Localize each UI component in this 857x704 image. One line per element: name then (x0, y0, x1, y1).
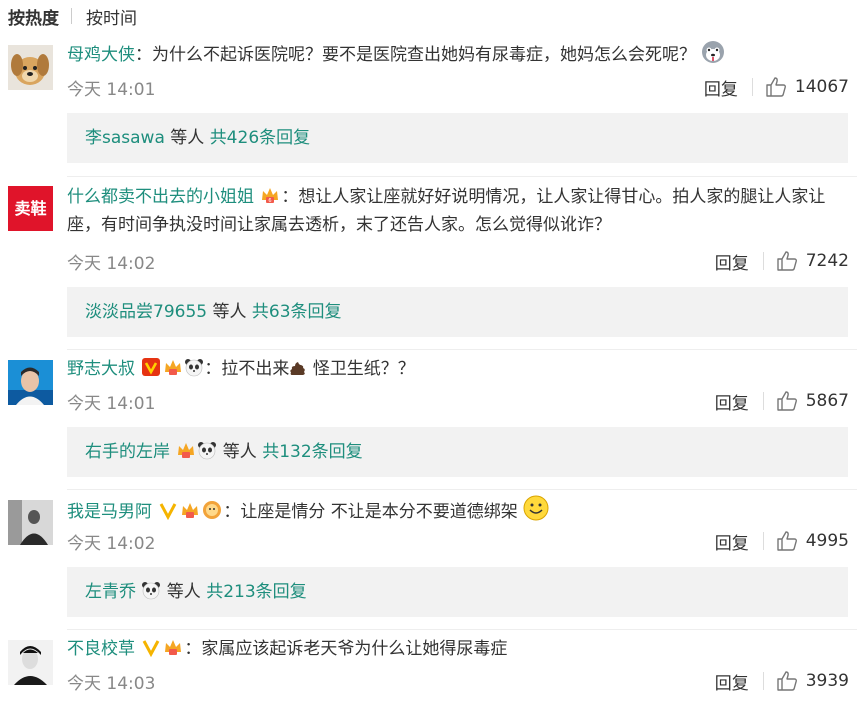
thumbs-up-icon (777, 671, 797, 691)
panda-badge-icon (185, 359, 204, 377)
lion-badge-icon (203, 501, 222, 519)
reply-mid-text: 等人 (164, 128, 210, 148)
reply-username[interactable]: 淡淡品尝79655 (85, 302, 207, 322)
sort-bar: 按热度 按时间 (8, 4, 137, 29)
avatar[interactable] (8, 45, 53, 90)
verified-v-icon (160, 503, 177, 520)
smile-emoji-icon (523, 495, 549, 521)
crown-badge-icon (165, 640, 182, 655)
reply-username[interactable]: 右手的左岸 (85, 442, 170, 462)
reply-count-link[interactable]: 共132条回复 (262, 442, 362, 462)
timestamp: 今天 14:01 (67, 393, 156, 414)
meta-divider (762, 252, 764, 270)
comment-text: 母鸡大侠：为什么不起诉医院呢？要不是医院查出她妈有尿毒症，她妈怎么会死呢？ (67, 40, 847, 69)
comment-meta: 今天 14:01 回复 14067 (67, 74, 849, 100)
like-count: 3939 (805, 671, 849, 691)
panda-badge-icon (198, 442, 217, 460)
timestamp: 今天 14:02 (67, 253, 156, 274)
comment-meta: 今天 14:03 回复 3939 (67, 668, 849, 694)
sort-by-time-tab[interactable]: 按时间 (86, 4, 137, 29)
like-count: 4995 (805, 531, 849, 551)
reply-summary[interactable]: 右手的左岸 等人 共132条回复 (67, 427, 848, 477)
comment-text: 野志大叔 ：拉不出来 怪卫生纸？？ (67, 355, 847, 383)
comment-content: ：让座是情分 不让是本分不要道德绑架 (223, 502, 518, 522)
username-link[interactable]: 母鸡大侠 (67, 45, 135, 65)
timestamp: 今天 14:02 (67, 533, 156, 554)
thumbs-up-icon (777, 391, 797, 411)
sort-divider (71, 8, 72, 24)
reply-button[interactable]: 回复 (715, 669, 749, 694)
reply-button[interactable]: 回复 (715, 249, 749, 274)
like-button[interactable]: 7242 (776, 251, 849, 271)
sort-by-hot-tab[interactable]: 按热度 (8, 4, 59, 29)
comment-text: 不良校草 ：家属应该起诉老天爷为什么让她得尿毒症 (67, 635, 847, 663)
comment-text: 我是马男阿 ：让座是情分 不让是本分不要道德绑架 (67, 495, 847, 526)
crown-badge-icon (178, 443, 195, 458)
divider (67, 349, 857, 350)
husky-emoji-icon (702, 41, 725, 63)
thumbs-up-icon (777, 531, 797, 551)
like-button[interactable]: 3939 (776, 671, 849, 691)
reply-summary[interactable]: 左青乔 等人 共213条回复 (67, 567, 848, 617)
reply-button[interactable]: 回复 (715, 389, 749, 414)
meta-divider (762, 392, 764, 410)
thumbs-up-icon (777, 251, 797, 271)
divider (67, 176, 857, 177)
timestamp: 今天 14:03 (67, 673, 156, 694)
avatar[interactable] (8, 360, 53, 405)
thumbs-up-icon (766, 77, 786, 97)
comment-text: 什么都卖不出去的小姐姐 6 ：想让人家让座就好好说明情况，让人家让得甘心。拍人家的… (67, 183, 847, 239)
avatar-logo-text: 卖鞋 (14, 199, 47, 218)
meta-divider (762, 672, 764, 690)
like-count: 14067 (794, 77, 849, 97)
comment-meta: 今天 14:01 回复 5867 (67, 388, 849, 414)
verified-v-icon (142, 358, 161, 376)
like-button[interactable]: 5867 (776, 391, 849, 411)
comment-content: ：家属应该起诉老天爷为什么让她得尿毒症 (184, 639, 508, 659)
username-link[interactable]: 野志大叔 (67, 359, 135, 379)
poop-emoji-icon (290, 362, 306, 375)
reply-username[interactable]: 李sasawa (85, 128, 165, 148)
like-count: 5867 (805, 391, 849, 411)
panda-badge-icon (142, 582, 161, 600)
username-link[interactable]: 不良校草 (67, 639, 135, 659)
comment-meta: 今天 14:02 回复 4995 (67, 528, 849, 554)
reply-mid-text: 等人 (217, 442, 263, 462)
reply-button[interactable]: 回复 (715, 529, 749, 554)
username-link[interactable]: 什么都卖不出去的小姐姐 (67, 187, 254, 207)
divider (67, 629, 857, 630)
reply-count-link[interactable]: 共213条回复 (206, 582, 306, 602)
meta-divider (762, 532, 764, 550)
divider (67, 489, 857, 490)
like-count: 7242 (805, 251, 849, 271)
meta-divider (751, 78, 753, 96)
reply-summary[interactable]: 淡淡品尝79655 等人 共63条回复 (67, 287, 848, 337)
timestamp: 今天 14:01 (67, 79, 156, 100)
crown-badge-icon: 6 (262, 188, 279, 204)
like-button[interactable]: 14067 (765, 77, 849, 97)
reply-count-link[interactable]: 共426条回复 (210, 128, 310, 148)
crown-badge-icon (182, 503, 199, 518)
comment-content: ：拉不出来 (204, 359, 290, 379)
avatar[interactable] (8, 640, 53, 685)
reply-button[interactable]: 回复 (704, 75, 738, 100)
verified-v-icon (143, 640, 160, 657)
comment-content-tail: 怪卫生纸？？ (307, 359, 415, 379)
avatar[interactable]: 卖鞋 (8, 186, 53, 231)
comment-content: ：为什么不起诉医院呢？要不是医院查出她妈有尿毒症，她妈怎么会死呢？ (135, 45, 696, 65)
reply-summary[interactable]: 李sasawa 等人 共426条回复 (67, 113, 848, 163)
reply-mid-text: 等人 (207, 302, 252, 322)
avatar[interactable] (8, 500, 53, 545)
svg-text:6: 6 (269, 198, 272, 204)
reply-username[interactable]: 左青乔 (85, 582, 136, 602)
crown-badge-icon (165, 360, 182, 375)
username-link[interactable]: 我是马男阿 (67, 502, 152, 522)
like-button[interactable]: 4995 (776, 531, 849, 551)
comment-meta: 今天 14:02 回复 7242 (67, 248, 849, 274)
reply-mid-text: 等人 (161, 582, 207, 602)
reply-count-link[interactable]: 共63条回复 (252, 302, 342, 322)
